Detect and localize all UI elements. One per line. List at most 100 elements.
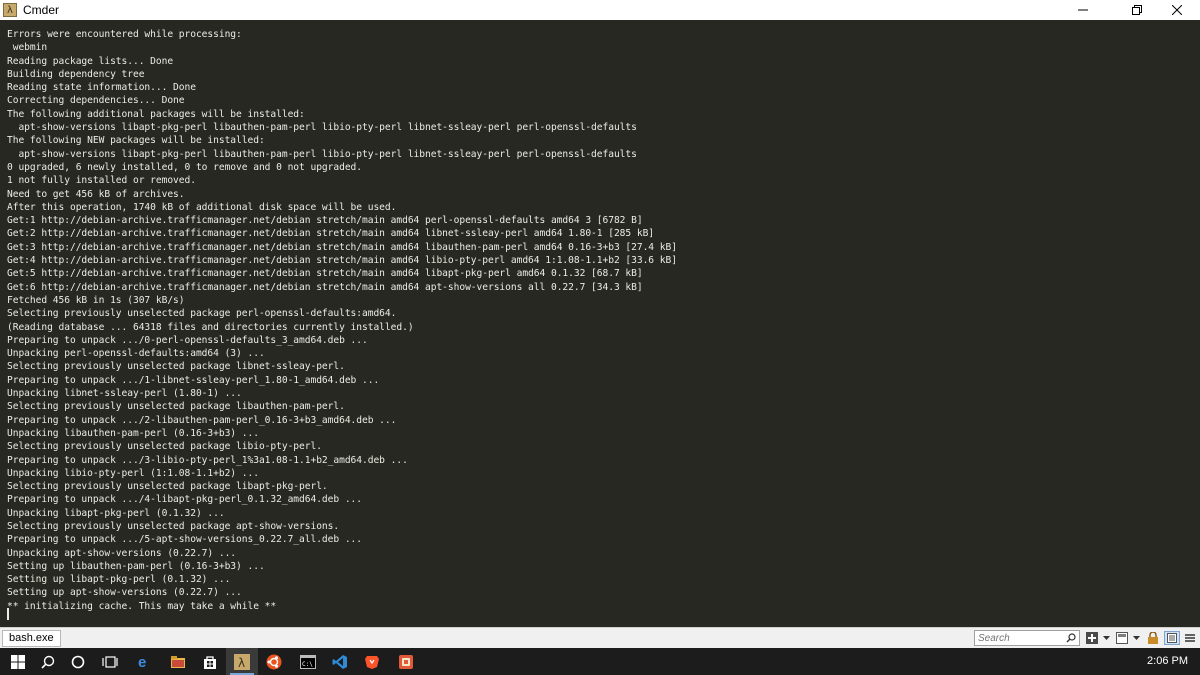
command-prompt-icon: C:\ (300, 654, 316, 669)
cmder-taskbar-button[interactable]: λ (226, 648, 258, 675)
terminal-line: Unpacking libauthen-pam-perl (0.16-3+b3)… (7, 427, 259, 439)
task-view-icon (102, 655, 118, 668)
terminal-line: Correcting dependencies... Done (7, 95, 185, 107)
split-view-button[interactable] (1115, 631, 1129, 645)
command-prompt-button[interactable]: C:\ (292, 648, 324, 675)
taskbar-search-button[interactable] (32, 648, 64, 675)
buffer-view-button[interactable] (1164, 631, 1180, 645)
svg-text:e: e (138, 654, 146, 670)
terminal-line: Preparing to unpack .../1-libnet-ssleay-… (7, 374, 380, 386)
folder-icon (171, 655, 185, 668)
close-icon (1172, 5, 1182, 15)
terminal-line: Reading package lists... Done (7, 55, 174, 67)
edge-browser-icon: e (138, 654, 146, 670)
terminal-line: The following NEW packages will be insta… (7, 135, 265, 147)
terminal-line: Selecting previously unselected package … (7, 361, 345, 373)
terminal-line: Preparing to unpack .../4-libapt-pkg-per… (7, 494, 363, 506)
terminal-line: Building dependency tree (7, 68, 145, 80)
window-title: Cmder (23, 3, 60, 17)
terminal-line: Fetched 456 kB in 1s (307 kB/s) (7, 294, 185, 306)
ubuntu-logo-icon (266, 654, 282, 669)
terminal-line: Get:2 http://debian-archive.trafficmanag… (7, 228, 655, 240)
terminal-line: Selecting previously unselected package … (7, 441, 322, 453)
store-bag-icon (204, 655, 216, 669)
edge-browser-button[interactable]: e (128, 648, 160, 675)
search-icon[interactable] (1066, 633, 1076, 643)
console-tab[interactable]: bash.exe (2, 630, 61, 647)
terminal-line: Preparing to unpack .../5-apt-show-versi… (7, 534, 363, 546)
search-icon (41, 655, 55, 669)
lock-button[interactable] (1146, 631, 1160, 645)
terminal-output[interactable]: Errors were encountered while processing… (0, 20, 1200, 627)
terminal-line: Selecting previously unselected package … (7, 308, 397, 320)
lock-icon (1148, 632, 1158, 644)
app-button[interactable] (390, 648, 422, 675)
terminal-line: apt-show-versions libapt-pkg-perl libaut… (7, 122, 637, 134)
terminal-line: Get:6 http://debian-archive.trafficmanag… (7, 281, 643, 293)
task-view-button[interactable] (94, 648, 126, 675)
hamburger-menu-icon (1185, 634, 1195, 642)
vscode-icon (332, 654, 347, 669)
brave-browser-button[interactable] (356, 648, 388, 675)
minimize-button[interactable] (1060, 0, 1106, 20)
title-bar: λ Cmder (0, 0, 1200, 20)
terminal-line: Errors were encountered while processing… (7, 29, 242, 40)
windows-taskbar: e λ C:\ 2:06 PM (0, 648, 1200, 675)
terminal-line: Reading state information... Done (7, 82, 196, 94)
terminal-line: Preparing to unpack .../3-libio-pty-perl… (7, 454, 408, 466)
start-button[interactable] (2, 648, 34, 675)
ubuntu-button[interactable] (258, 648, 290, 675)
new-console-button[interactable] (1085, 631, 1099, 645)
terminal-line: Need to get 456 kB of archives. (7, 188, 185, 200)
terminal-line: Unpacking perl-openssl-defaults:amd64 (3… (7, 348, 265, 360)
terminal-line: 0 upgraded, 6 newly installed, 0 to remo… (7, 161, 363, 173)
cortana-button[interactable] (62, 648, 94, 675)
terminal-line: Preparing to unpack .../0-perl-openssl-d… (7, 334, 368, 346)
cmder-status-bar: bash.exe (0, 627, 1200, 648)
terminal-line: webmin (7, 42, 48, 54)
terminal-line: (Reading database ... 64318 files and di… (7, 321, 414, 333)
terminal-line: Unpacking libnet-ssleay-perl (1.80-1) ..… (7, 388, 242, 400)
terminal-line: Unpacking libio-pty-perl (1:1.08-1.1+b2)… (7, 467, 259, 479)
window-split-icon (1116, 632, 1128, 644)
terminal-line: Unpacking apt-show-versions (0.22.7) ... (7, 547, 237, 559)
terminal-line: 1 not fully installed or removed. (7, 175, 196, 187)
search-input[interactable] (975, 631, 1066, 645)
svg-text:λ: λ (238, 656, 245, 670)
chevron-down-icon (1102, 635, 1110, 640)
restore-icon (1132, 5, 1142, 15)
store-button[interactable] (194, 648, 226, 675)
brave-lion-icon (365, 655, 379, 669)
document-lines-icon (1167, 633, 1177, 643)
file-explorer-button[interactable] (162, 648, 194, 675)
terminal-line: The following additional packages will b… (7, 108, 305, 120)
terminal-line: Setting up apt-show-versions (0.22.7) ..… (7, 587, 242, 599)
terminal-line: Selecting previously unselected package … (7, 481, 328, 493)
menu-button[interactable] (1182, 631, 1198, 645)
text-cursor (7, 608, 9, 620)
terminal-line: Get:4 http://debian-archive.trafficmanag… (7, 255, 677, 267)
svg-text:C:\: C:\ (302, 661, 313, 668)
split-view-dropdown[interactable] (1131, 631, 1141, 645)
terminal-line: Setting up libapt-pkg-perl (0.1.32) ... (7, 574, 231, 586)
terminal-lines: Errors were encountered while processing… (7, 28, 677, 613)
plus-icon (1086, 632, 1098, 644)
terminal-line: apt-show-versions libapt-pkg-perl libaut… (7, 148, 637, 160)
terminal-line: Get:3 http://debian-archive.trafficmanag… (7, 241, 677, 253)
vscode-button[interactable] (324, 648, 356, 675)
terminal-line: Get:1 http://debian-archive.trafficmanag… (7, 215, 643, 227)
cmder-lambda-icon: λ (234, 653, 250, 670)
terminal-line: Setting up libauthen-pam-perl (0.16-3+b3… (7, 560, 265, 572)
windows-logo-icon (11, 654, 25, 669)
terminal-line: Unpacking libapt-pkg-perl (0.1.32) ... (7, 507, 225, 519)
terminal-line: Selecting previously unselected package … (7, 401, 345, 413)
chevron-down-icon (1132, 635, 1140, 640)
terminal-line: After this operation, 1740 kB of additio… (7, 201, 397, 213)
terminal-line: ** initializing cache. This may take a w… (7, 600, 277, 612)
terminal-line: Preparing to unpack .../2-libauthen-pam-… (7, 414, 397, 426)
new-console-dropdown[interactable] (1101, 631, 1111, 645)
taskbar-clock[interactable]: 2:06 PM (1147, 648, 1188, 675)
search-box[interactable] (974, 630, 1080, 646)
close-button[interactable] (1154, 0, 1200, 20)
minimize-icon (1078, 9, 1088, 11)
